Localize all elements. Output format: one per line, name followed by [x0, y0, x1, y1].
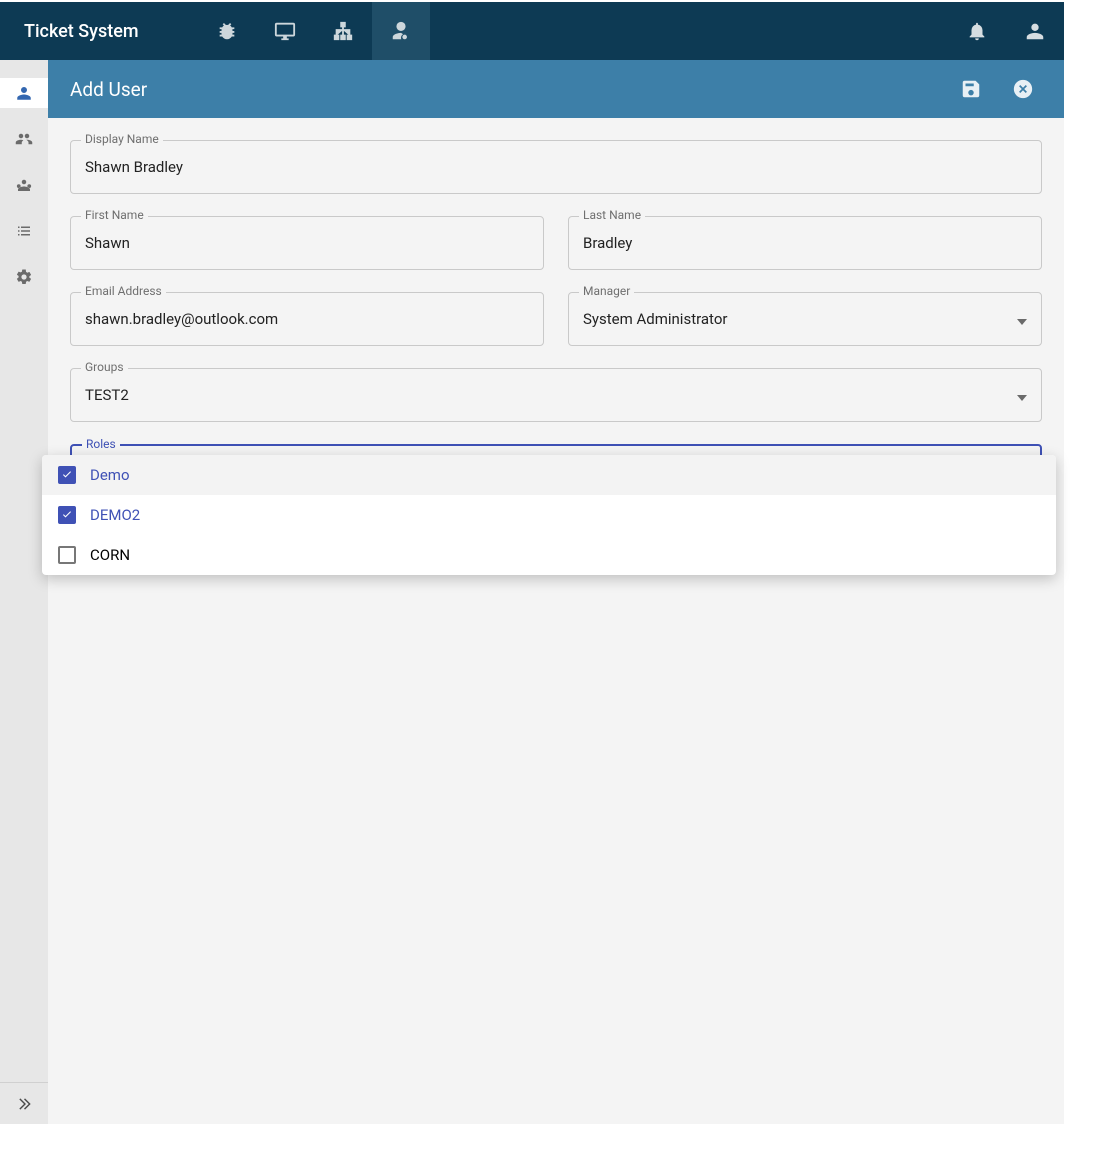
close-button[interactable] [1004, 70, 1042, 108]
last-name-input[interactable] [583, 234, 1027, 252]
nav-bug-icon[interactable] [198, 2, 256, 60]
sidebar-users-icon[interactable] [0, 124, 48, 154]
email-label: Email Address [81, 284, 166, 298]
roles-option[interactable]: DEMO2 [42, 495, 1056, 535]
save-button[interactable] [952, 70, 990, 108]
first-name-input[interactable] [85, 234, 529, 252]
display-name-input[interactable] [85, 158, 1027, 176]
left-sidebar [0, 60, 48, 1124]
manager-value: System Administrator [583, 310, 1017, 328]
app-title: Ticket System [0, 21, 198, 42]
top-navbar: Ticket System [0, 2, 1064, 60]
groups-label: Groups [81, 360, 128, 374]
sidebar-list-icon[interactable] [0, 216, 48, 246]
roles-option-label: CORN [90, 546, 130, 564]
sidebar-user-icon[interactable] [0, 78, 48, 108]
roles-option[interactable]: Demo [42, 455, 1056, 495]
chevron-down-icon [1017, 386, 1027, 405]
notifications-icon[interactable] [948, 2, 1006, 60]
roles-option-label: Demo [90, 466, 130, 484]
checkbox-unchecked-icon [58, 546, 76, 564]
roles-option-label: DEMO2 [90, 506, 140, 524]
sidebar-settings-icon[interactable] [0, 262, 48, 292]
email-input[interactable] [85, 310, 529, 328]
checkbox-checked-icon [58, 466, 76, 484]
groups-value: TEST2 [85, 386, 1017, 404]
main-content: Add User Display Name First Name [48, 60, 1064, 1124]
chevron-down-icon [1017, 310, 1027, 329]
sidebar-groups-icon[interactable] [0, 170, 48, 200]
nav-desktop-icon[interactable] [256, 2, 314, 60]
display-name-label: Display Name [81, 132, 163, 146]
nav-sitemap-icon[interactable] [314, 2, 372, 60]
checkbox-checked-icon [58, 506, 76, 524]
account-icon[interactable] [1006, 2, 1064, 60]
first-name-label: First Name [81, 208, 148, 222]
first-name-field[interactable]: First Name [70, 216, 544, 270]
sidebar-expand-icon[interactable] [0, 1082, 48, 1124]
nav-user-admin-icon[interactable] [372, 2, 430, 60]
email-field[interactable]: Email Address [70, 292, 544, 346]
page-header: Add User [48, 60, 1064, 118]
roles-option[interactable]: CORN [42, 535, 1056, 575]
last-name-field[interactable]: Last Name [568, 216, 1042, 270]
last-name-label: Last Name [579, 208, 645, 222]
page-title: Add User [70, 78, 147, 101]
manager-label: Manager [579, 284, 634, 298]
roles-dropdown-popup: Demo DEMO2 CORN [42, 455, 1056, 575]
groups-field[interactable]: Groups TEST2 [70, 368, 1042, 422]
display-name-field[interactable]: Display Name [70, 140, 1042, 194]
manager-field[interactable]: Manager System Administrator [568, 292, 1042, 346]
roles-label: Roles [82, 437, 120, 451]
